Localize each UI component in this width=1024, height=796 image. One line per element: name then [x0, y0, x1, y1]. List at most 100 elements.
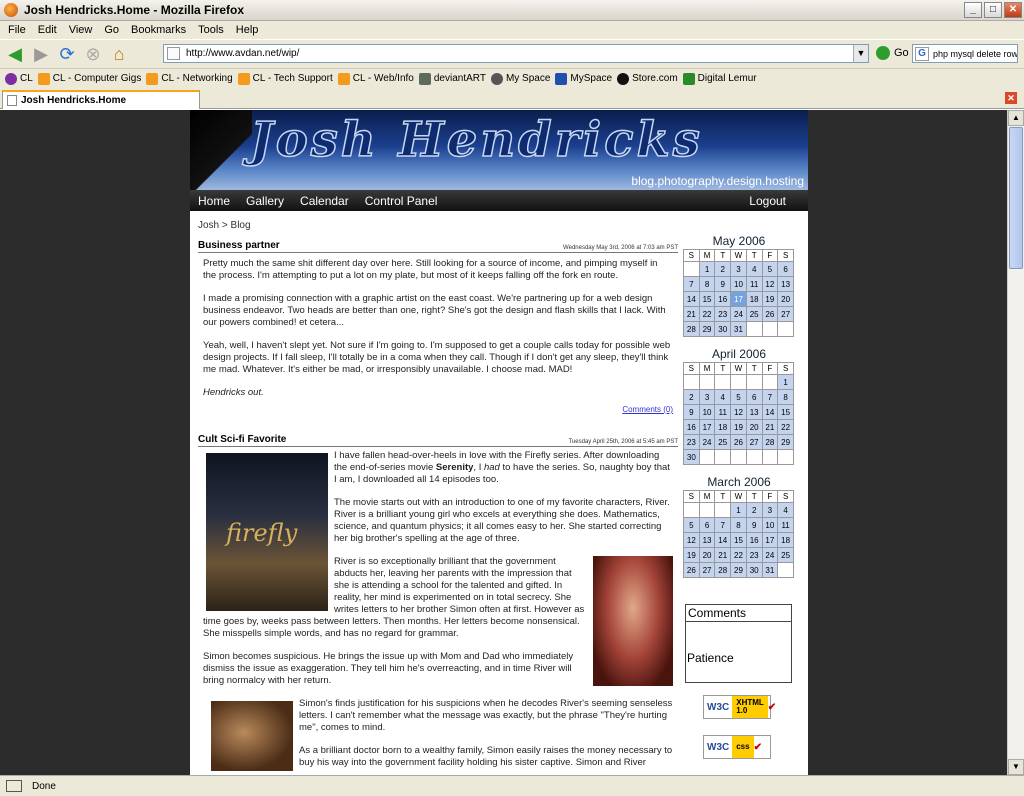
calendar-day[interactable]: 3 — [698, 389, 716, 405]
menu-go[interactable]: Go — [104, 24, 119, 36]
minimize-button[interactable]: _ — [964, 2, 982, 18]
menu-edit[interactable]: Edit — [38, 24, 57, 36]
calendar-day[interactable]: 7 — [683, 276, 700, 292]
scroll-thumb[interactable] — [1009, 127, 1023, 269]
calendar-day[interactable]: 28 — [761, 434, 779, 450]
calendar-day[interactable]: 29 — [730, 562, 747, 578]
calendar-day[interactable]: 20 — [777, 291, 794, 307]
calendar-day[interactable]: 24 — [730, 306, 747, 322]
calendar-day[interactable]: 22 — [698, 306, 716, 322]
calendar-day[interactable]: 22 — [777, 419, 794, 435]
calendar-day[interactable]: 3 — [730, 261, 747, 277]
calendar-day[interactable]: 25 — [714, 434, 732, 450]
calendar-day[interactable]: 6 — [698, 517, 716, 533]
w3c-xhtml-badge[interactable]: W3C XHTML 1.0 ✔ — [703, 695, 776, 719]
calendar-day[interactable]: 26 — [730, 434, 747, 450]
calendar-day[interactable]: 29 — [698, 321, 716, 337]
calendar-day[interactable]: 17 — [698, 419, 716, 435]
bookmark-web-info[interactable]: CL - Web/Info — [337, 72, 414, 85]
bookmark-deviantart[interactable]: deviantART — [418, 72, 486, 85]
calendar-day[interactable]: 15 — [777, 404, 794, 420]
calendar-day[interactable]: 31 — [730, 321, 747, 337]
calendar-day[interactable]: 7 — [714, 517, 732, 533]
calendar-day[interactable]: 2 — [683, 389, 700, 405]
calendar-day[interactable]: 14 — [683, 291, 700, 307]
calendar-day[interactable]: 26 — [761, 306, 779, 322]
nav-logout[interactable]: Logout — [749, 194, 786, 208]
simon-photo[interactable] — [211, 701, 293, 771]
calendar-day[interactable]: 23 — [745, 547, 763, 563]
calendar-day[interactable]: 10 — [730, 276, 747, 292]
reload-icon[interactable]: ⟳ — [56, 43, 78, 65]
calendar-day[interactable]: 6 — [745, 389, 763, 405]
bookmark-tech-support[interactable]: CL - Tech Support — [237, 72, 333, 85]
calendar-day[interactable]: 3 — [761, 502, 779, 518]
calendar-day[interactable]: 8 — [730, 517, 747, 533]
calendar-day[interactable]: 26 — [683, 562, 700, 578]
calendar-day[interactable]: 27 — [745, 434, 763, 450]
calendar-day[interactable]: 19 — [761, 291, 779, 307]
bookmark-digital-lemur[interactable]: Digital Lemur — [682, 72, 757, 85]
calendar-day[interactable]: 18 — [714, 419, 732, 435]
bookmark-cl[interactable]: CL — [5, 72, 33, 85]
calendar-day[interactable]: 30 — [714, 321, 732, 337]
bookmark-computer-gigs[interactable]: CL - Computer Gigs — [37, 72, 141, 85]
calendar-day[interactable]: 15 — [730, 532, 747, 548]
forward-arrow-icon[interactable]: ▶ — [30, 43, 52, 65]
calendar-day[interactable]: 9 — [745, 517, 763, 533]
calendar-day[interactable]: 17 — [761, 532, 779, 548]
calendar-day[interactable]: 12 — [683, 532, 700, 548]
calendar-day[interactable]: 15 — [698, 291, 716, 307]
calendar-day[interactable]: 11 — [745, 276, 763, 292]
tab-josh-hendricks[interactable]: Josh Hendricks.Home — [2, 90, 200, 109]
nav-home[interactable]: Home — [198, 194, 230, 208]
menu-help[interactable]: Help — [236, 24, 259, 36]
calendar-day[interactable]: 4 — [777, 502, 794, 518]
calendar-day[interactable]: 30 — [683, 449, 700, 465]
calendar-day[interactable]: 25 — [777, 547, 794, 563]
comments-link[interactable]: Comments (0) — [203, 404, 673, 416]
menu-bookmarks[interactable]: Bookmarks — [131, 24, 186, 36]
calendar-day[interactable]: 22 — [730, 547, 747, 563]
calendar-title[interactable]: March 2006 — [683, 475, 795, 489]
bookmark-store[interactable]: Store.com — [617, 72, 678, 85]
calendar-day[interactable]: 12 — [761, 276, 779, 292]
home-icon[interactable]: ⌂ — [108, 43, 130, 65]
calendar-day[interactable]: 4 — [745, 261, 763, 277]
calendar-day[interactable]: 25 — [745, 306, 763, 322]
nav-calendar[interactable]: Calendar — [300, 194, 349, 208]
maximize-button[interactable]: □ — [984, 2, 1002, 18]
bookmark-networking[interactable]: CL - Networking — [146, 72, 233, 85]
calendar-day[interactable]: 21 — [761, 419, 779, 435]
calendar-day[interactable]: 6 — [777, 261, 794, 277]
commenter-name[interactable]: Patience — [687, 651, 734, 665]
calendar-day[interactable]: 5 — [683, 517, 700, 533]
calendar-day[interactable]: 18 — [777, 532, 794, 548]
calendar-day[interactable]: 5 — [730, 389, 747, 405]
calendar-day[interactable]: 13 — [698, 532, 716, 548]
calendar-day[interactable]: 14 — [761, 404, 779, 420]
calendar-day[interactable]: 5 — [761, 261, 779, 277]
bookmark-my-space[interactable]: My Space — [490, 72, 550, 85]
nav-control-panel[interactable]: Control Panel — [365, 194, 438, 208]
calendar-day[interactable]: 12 — [730, 404, 747, 420]
scroll-up-icon[interactable]: ▲ — [1008, 110, 1024, 126]
calendar-day[interactable]: 16 — [683, 419, 700, 435]
calendar-day[interactable]: 2 — [745, 502, 763, 518]
close-tab-icon[interactable]: ✕ — [1005, 92, 1017, 104]
calendar-day[interactable]: 28 — [683, 321, 700, 337]
calendar-day[interactable]: 13 — [745, 404, 763, 420]
calendar-day[interactable]: 11 — [777, 517, 794, 533]
calendar-day[interactable]: 31 — [761, 562, 779, 578]
calendar-day[interactable]: 24 — [761, 547, 779, 563]
calendar-day[interactable]: 23 — [683, 434, 700, 450]
w3c-css-badge[interactable]: W3C css ✔ — [703, 735, 771, 759]
url-dropdown-icon[interactable]: ▼ — [853, 45, 868, 62]
calendar-day[interactable]: 11 — [714, 404, 732, 420]
calendar-day[interactable]: 10 — [761, 517, 779, 533]
calendar-day[interactable]: 8 — [777, 389, 794, 405]
google-icon[interactable]: G — [915, 47, 929, 61]
calendar-day[interactable]: 17 — [730, 291, 747, 307]
calendar-title[interactable]: May 2006 — [683, 234, 795, 248]
calendar-day[interactable]: 4 — [714, 389, 732, 405]
